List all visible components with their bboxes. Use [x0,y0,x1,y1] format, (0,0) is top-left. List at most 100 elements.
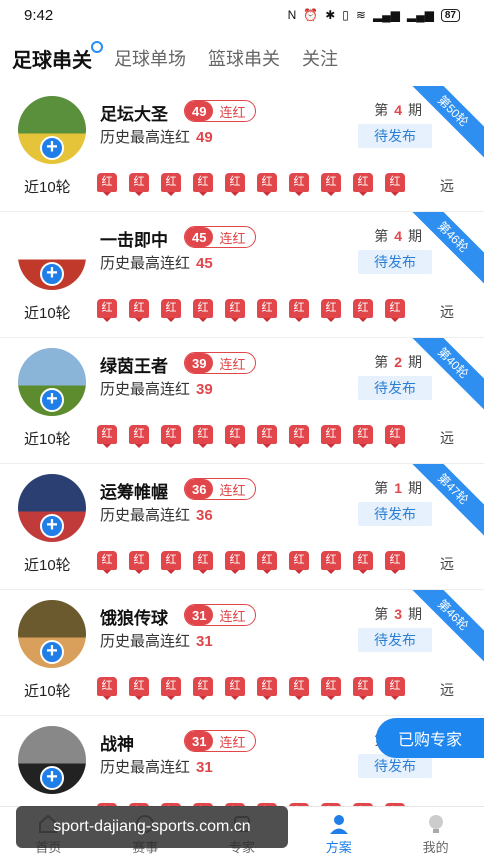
period-prefix: 第 [374,354,389,370]
period: 第2期 [374,352,422,372]
recent-results-row: 近10轮 红 红 红 红 红 红 红 红 红 红 远 [0,794,484,806]
red-result-badge: 红 [192,173,214,199]
red-result-badge: 红 [320,299,342,325]
red-result-badge: 红 [160,425,182,451]
red-result-badge: 红 [352,677,374,703]
pending-status-button[interactable]: 待发布 [358,124,432,148]
history-value: 45 [196,255,213,272]
pending-status-button[interactable]: 待发布 [358,628,432,652]
follow-plus-icon[interactable]: + [40,640,64,664]
expert-card[interactable]: + 饿狼传球 31 连红 历史最高连红 31 第3期 待发布 第46轮 近10轮 … [0,590,484,716]
red-result-badge: 红 [288,425,310,451]
nav-mine[interactable]: 我的 [387,807,484,861]
red-result-badge: 红 [384,677,406,703]
red-result-badge: 红 [128,173,150,199]
red-result-badge: 红 [256,677,278,703]
signal-icon-2: ▂▄▆ [406,8,434,22]
red-result-badge: 红 [192,677,214,703]
red-result-badge: 红 [384,425,406,451]
red-result-badge: 红 [352,425,374,451]
period-number: 4 [394,228,402,244]
expert-card[interactable]: + 运筹帷幄 36 连红 历史最高连红 36 第1期 待发布 第47轮 近10轮 … [0,464,484,590]
pending-status-button[interactable]: 待发布 [358,502,432,526]
streak-label: 连红 [219,230,246,246]
red-result-badge: 红 [288,677,310,703]
far-label[interactable]: 远 [440,554,454,574]
history-best: 历史最高连红 49 [100,126,213,147]
red-result-badge: 红 [192,425,214,451]
bluetooth-icon: ✱ [325,8,336,22]
alarm-icon: ⏰ [303,8,319,22]
badge-list: 红 红 红 红 红 红 红 红 红 红 [96,551,406,577]
red-result-badge: 红 [128,425,150,451]
expert-name: 绿茵王者 [100,357,168,376]
period: 第3期 [374,604,422,624]
recent-label: 近10轮 [24,682,71,700]
user-plan-icon [329,814,348,834]
expert-card[interactable]: + 绿茵王者 39 连红 历史最高连红 39 第2期 待发布 第40轮 近10轮 … [0,338,484,464]
expert-name: 战神 [100,735,134,754]
red-result-badge: 红 [256,425,278,451]
red-result-badge: 红 [96,551,118,577]
bulb-icon [428,814,443,833]
history-best: 历史最高连红 36 [100,504,213,525]
expert-card[interactable]: + 足坛大圣 49 连红 历史最高连红 49 第4期 待发布 第50轮 近10轮 … [0,86,484,212]
status-time: 9:42 [24,6,54,24]
tab-football-single[interactable]: 足球单场 [114,45,186,71]
red-result-badge: 红 [352,551,374,577]
badge-list: 红 红 红 红 红 红 红 红 红 红 [96,299,406,325]
pending-status-button[interactable]: 待发布 [358,376,432,400]
red-result-badge: 红 [288,173,310,199]
category-tabs: 足球串关 足球单场 篮球串关 关注 [0,30,484,86]
streak-pill: 39 连红 [184,352,257,374]
follow-plus-icon[interactable]: + [40,262,64,286]
history-value: 31 [196,759,213,776]
recent-label: 近10轮 [24,304,71,322]
history-best: 历史最高连红 31 [100,756,213,777]
nav-plans[interactable]: 方案 [290,807,387,861]
red-result-badge: 红 [192,299,214,325]
period-prefix: 第 [374,228,389,244]
history-value: 49 [196,129,213,146]
red-result-badge: 红 [320,677,342,703]
follow-plus-icon[interactable]: + [40,766,64,790]
purchased-experts-button[interactable]: 已购专家 [376,718,484,758]
period: 第4期 [374,100,422,120]
period-suffix: 期 [408,354,422,370]
expert-name: 运筹帷幄 [100,483,168,502]
red-result-badge: 红 [96,425,118,451]
streak-label: 连红 [219,356,246,372]
period-number: 1 [394,480,402,496]
history-value: 39 [196,381,213,398]
nfc-icon: N [287,8,297,22]
expert-card[interactable]: + 一击即中 45 连红 历史最高连红 45 第4期 待发布 第46轮 近10轮 … [0,212,484,338]
history-value: 31 [196,633,213,650]
tab-follow[interactable]: 关注 [302,45,338,71]
streak-count: 45 [185,227,214,247]
tab-basketball-parlay[interactable]: 篮球串关 [208,45,280,71]
follow-plus-icon[interactable]: + [40,136,64,160]
follow-plus-icon[interactable]: + [40,388,64,412]
far-label[interactable]: 远 [440,428,454,448]
red-result-badge: 红 [256,173,278,199]
far-label[interactable]: 远 [440,680,454,700]
far-label[interactable]: 远 [440,302,454,322]
red-result-badge: 红 [224,173,246,199]
streak-count: 49 [185,101,214,121]
far-label[interactable]: 远 [440,176,454,196]
tab-football-parlay[interactable]: 足球串关 [12,40,103,73]
streak-pill: 36 连红 [184,478,257,500]
pending-status-button[interactable]: 待发布 [358,250,432,274]
red-result-badge: 红 [320,173,342,199]
recent-results-row: 近10轮 红 红 红 红 红 红 红 红 红 红 远 [0,164,484,208]
history-label: 历史最高连红 [100,381,191,398]
follow-plus-icon[interactable]: + [40,514,64,538]
streak-count: 36 [185,479,214,499]
period: 第4期 [374,226,422,246]
wifi-icon: ≋ [355,8,366,22]
recent-results-row: 近10轮 红 红 红 红 红 红 红 红 红 红 远 [0,290,484,334]
red-result-badge: 红 [352,299,374,325]
nav-mine-label: 我的 [422,839,449,855]
red-result-badge: 红 [160,299,182,325]
period-number: 4 [394,102,402,118]
